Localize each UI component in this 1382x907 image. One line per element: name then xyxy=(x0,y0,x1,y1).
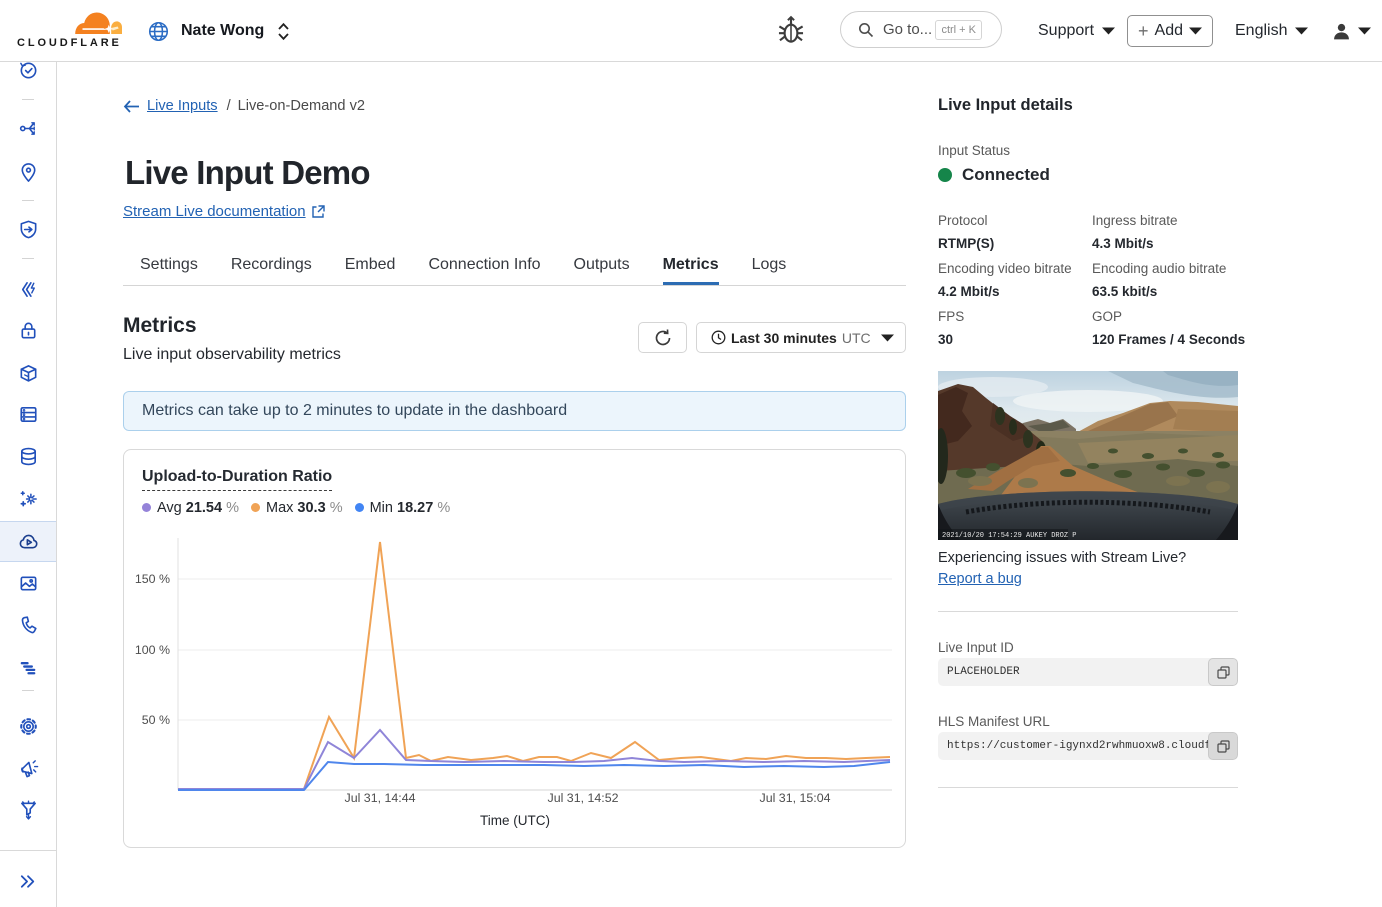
svg-text:Jul 31, 14:44: Jul 31, 14:44 xyxy=(345,791,416,805)
svg-text:50 %: 50 % xyxy=(142,713,170,727)
svg-text:Jul 31, 14:52: Jul 31, 14:52 xyxy=(548,791,619,805)
svg-text:Jul 31, 15:04: Jul 31, 15:04 xyxy=(760,791,831,805)
svg-text:150 %: 150 % xyxy=(135,572,170,586)
svg-text:2021/10/20 17:54:29 AUKEY DROZ: 2021/10/20 17:54:29 AUKEY DROZ P xyxy=(942,532,1076,540)
svg-text:100 %: 100 % xyxy=(135,643,170,657)
svg-text:Time (UTC): Time (UTC) xyxy=(480,813,550,828)
